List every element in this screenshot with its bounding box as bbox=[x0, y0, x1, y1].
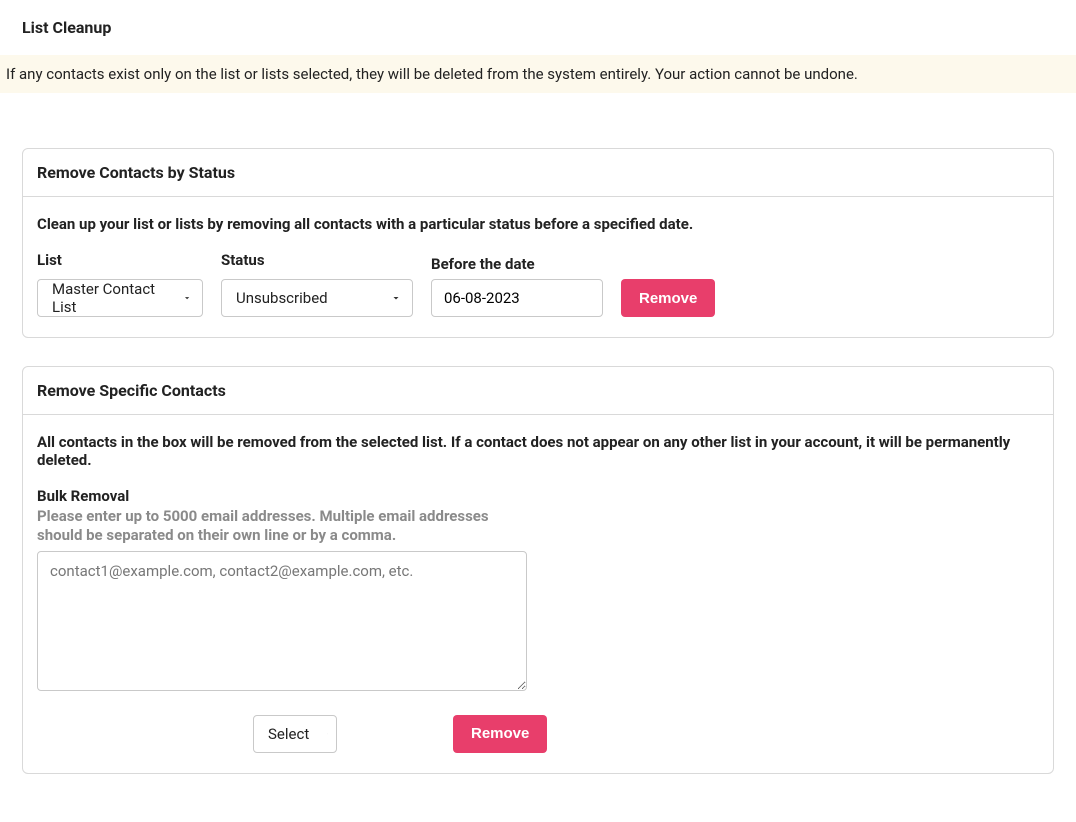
status-field-group: Status Unsubscribed bbox=[221, 251, 413, 317]
list-select[interactable]: Master Contact List bbox=[37, 279, 203, 317]
status-select-value: Unsubscribed bbox=[236, 289, 328, 307]
status-form-row: List Master Contact List Status Unsubscr… bbox=[37, 251, 1039, 317]
panel-header-status: Remove Contacts by Status bbox=[23, 149, 1053, 197]
status-label: Status bbox=[221, 251, 413, 269]
status-description: Clean up your list or lists by removing … bbox=[37, 215, 1039, 233]
panel-header-specific: Remove Specific Contacts bbox=[23, 367, 1053, 415]
caret-down-icon bbox=[182, 292, 192, 304]
panel-remove-specific: Remove Specific Contacts All contacts in… bbox=[22, 366, 1054, 774]
specific-description: All contacts in the box will be removed … bbox=[37, 433, 1039, 469]
content-area: Remove Contacts by Status Clean up your … bbox=[0, 93, 1076, 822]
caret-down-icon bbox=[390, 292, 402, 304]
bulk-emails-textarea[interactable] bbox=[37, 551, 527, 691]
panel-body-specific: All contacts in the box will be removed … bbox=[23, 415, 1053, 773]
bulk-removal-label: Bulk Removal bbox=[37, 487, 1039, 505]
date-input[interactable] bbox=[431, 279, 603, 317]
date-field-group: Before the date bbox=[431, 255, 603, 317]
page-title: List Cleanup bbox=[0, 0, 1076, 55]
list-field-group: List Master Contact List bbox=[37, 251, 203, 317]
caret-down-icon bbox=[327, 728, 328, 740]
list-label: List bbox=[37, 251, 203, 269]
bulk-actions-row: Select Remove bbox=[253, 715, 1039, 753]
panel-body-status: Clean up your list or lists by removing … bbox=[23, 197, 1053, 337]
bulk-list-select[interactable]: Select bbox=[253, 715, 337, 753]
remove-specific-button[interactable]: Remove bbox=[453, 715, 547, 753]
status-select[interactable]: Unsubscribed bbox=[221, 279, 413, 317]
bulk-list-select-value: Select bbox=[268, 725, 309, 743]
panel-remove-by-status: Remove Contacts by Status Clean up your … bbox=[22, 148, 1054, 338]
remove-by-status-button[interactable]: Remove bbox=[621, 279, 715, 317]
date-label: Before the date bbox=[431, 255, 603, 273]
remove-button-group: Remove bbox=[621, 279, 715, 317]
list-select-value: Master Contact List bbox=[52, 280, 164, 316]
warning-banner: If any contacts exist only on the list o… bbox=[0, 55, 1076, 93]
bulk-removal-hint: Please enter up to 5000 email addresses.… bbox=[37, 507, 527, 545]
